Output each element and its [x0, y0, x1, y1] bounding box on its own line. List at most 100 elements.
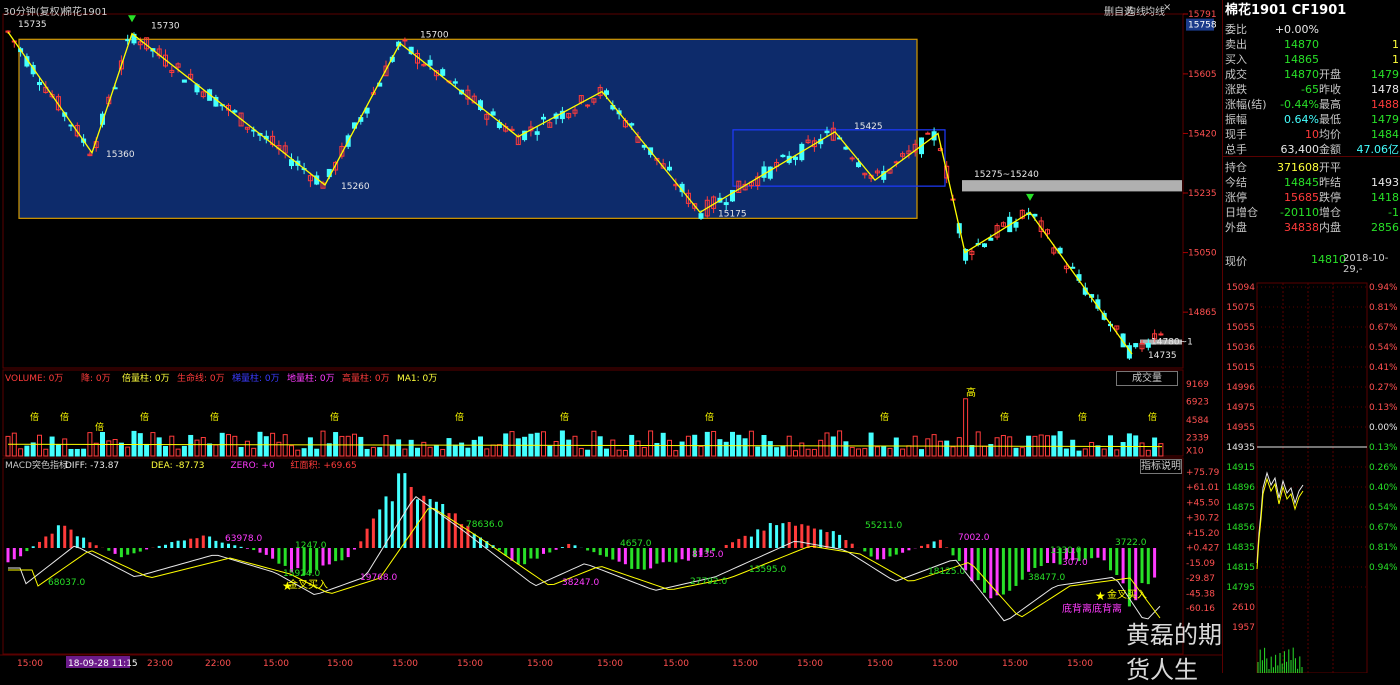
- volume-bar: [5, 435, 11, 457]
- mini-right-label: 0.54%: [1369, 343, 1398, 353]
- volume-bar: [1108, 435, 1113, 457]
- quote-row: 卖出 14870 1: [1223, 37, 1400, 52]
- quote-label: 现手: [1225, 128, 1247, 141]
- quote-label: 持仓: [1225, 161, 1247, 174]
- volume-bar: [125, 446, 131, 457]
- quote-value: -65: [1301, 83, 1319, 96]
- volume-bar: [673, 450, 679, 457]
- volume-bar: [956, 437, 962, 457]
- macd-axis-label: +15.20: [1186, 529, 1220, 539]
- volume-bar: [326, 443, 332, 457]
- volume-bar: [471, 439, 477, 457]
- volume-bar: [377, 447, 383, 457]
- now-price-value: 14810: [1311, 253, 1346, 266]
- quote-value-2: 1479: [1371, 113, 1399, 126]
- volume-bar: [421, 441, 427, 457]
- candle-body: [1145, 342, 1151, 348]
- price-axis-label: 14865: [1188, 308, 1217, 318]
- gap-zone: [962, 180, 1182, 192]
- volume-bar: [900, 448, 906, 457]
- macd-value-label: 1330.0: [1050, 546, 1082, 556]
- quote-title: 棉花1901 CF1901: [1225, 3, 1347, 18]
- volume-bar: [799, 442, 805, 457]
- mini-price-line: [1256, 471, 1304, 564]
- quote-value: 34838: [1284, 221, 1319, 234]
- chart-area[interactable]: 15791 15605 15420 15235 15050 14865 15758 15735…: [0, 0, 1222, 684]
- volume-bar: [389, 444, 395, 457]
- quote-row: 买入 14865 1: [1223, 52, 1400, 67]
- volume-bar: [711, 430, 717, 457]
- macd-value-label: 68037.0: [48, 578, 85, 588]
- candle-body: [1070, 266, 1076, 269]
- volume-bar: [849, 446, 855, 457]
- macd-axis-label: -15.09: [1186, 559, 1215, 569]
- volume-bar: [742, 438, 748, 457]
- macd-value-label: 4657.0: [620, 539, 652, 549]
- volume-bar: [24, 445, 30, 457]
- volume-bar: [1101, 448, 1107, 457]
- divergence-label: 底背离底背离: [1062, 602, 1122, 615]
- mini-left-label: 15055: [1226, 323, 1255, 333]
- macd-value-label: 307.0: [1062, 558, 1088, 568]
- candle-body: [1013, 221, 1019, 228]
- volume-bar: [969, 445, 975, 457]
- volume-bar: [339, 435, 345, 457]
- volume-mark-high: 高: [966, 386, 976, 399]
- quote-value: 14870: [1284, 68, 1319, 81]
- candle-body: [629, 123, 635, 126]
- volume-bar: [131, 430, 137, 457]
- ma-button-2[interactable]: 均线: [1145, 3, 1165, 18]
- mini-left-label: 15094: [1226, 283, 1255, 293]
- quote-label: 今结: [1225, 176, 1247, 189]
- kline-chart[interactable]: 15791 15605 15420 15235 15050 14865 15758 15735…: [0, 0, 1222, 673]
- volume-bar: [887, 447, 893, 457]
- volume-header-item: 高量柱: 0万: [342, 372, 390, 384]
- intraday-mini-chart[interactable]: 15094 15075 15055 15036 15015 14996 14975 14955…: [1223, 273, 1400, 673]
- macd-header-item: MACD突色指标: [5, 459, 68, 471]
- quote-row: 涨跌 -65 昨收 1478: [1223, 82, 1400, 97]
- mini-left-label: 14955: [1226, 423, 1255, 433]
- volume-bar: [452, 444, 458, 457]
- quote-row: 日增仓 -20110 增仓 -1: [1223, 205, 1400, 220]
- ma-button[interactable]: 均线: [1126, 3, 1146, 18]
- time-axis-label: 15:00: [867, 659, 893, 669]
- volume-bar: [1082, 448, 1088, 457]
- volume-bar: [49, 436, 55, 457]
- quote-row: 振幅 0.64% 最低 1479: [1223, 112, 1400, 127]
- mini-left-label: 14915: [1226, 463, 1255, 473]
- volume-bar: [440, 448, 446, 457]
- volume-bar: [484, 448, 490, 457]
- macd-value-label: 3722.0: [1115, 538, 1147, 548]
- volume-bar: [818, 439, 824, 457]
- macd-header-item: 红面积: +69.65: [291, 459, 357, 471]
- candle-body: [534, 131, 540, 135]
- volume-bar: [648, 430, 654, 457]
- period-label[interactable]: 30分钟(复权): [3, 3, 64, 18]
- volume-bar: [213, 444, 219, 457]
- close-icon[interactable]: ×: [1163, 2, 1173, 13]
- volume-indicator-dropdown[interactable]: 成交量: [1116, 371, 1178, 386]
- volume-axis-label: 9169: [1186, 380, 1209, 390]
- volume-bar: [925, 438, 931, 457]
- volume-bar: [1145, 449, 1151, 457]
- volume-bar: [1013, 447, 1019, 457]
- mini-left-label: 14856: [1226, 523, 1255, 533]
- time-axis-label: 15:00: [1067, 659, 1093, 669]
- macd-axis-label: -60.16: [1186, 604, 1215, 614]
- mini-right-label: 0.94%: [1369, 563, 1398, 573]
- volume-mark: 倍: [455, 411, 464, 423]
- volume-axis-label: 6923: [1186, 398, 1209, 408]
- volume-bar: [402, 448, 408, 457]
- macd-value-label: 8135.0: [692, 550, 724, 560]
- macd-axis-label: +75.79: [1186, 468, 1220, 478]
- candle-body: [988, 237, 994, 241]
- quote-value-2: 1478: [1371, 83, 1399, 96]
- volume-bar: [982, 445, 987, 457]
- quote-label: 买入: [1225, 53, 1247, 66]
- volume-mark: 倍: [330, 411, 339, 423]
- volume-axis-label: 2339: [1186, 434, 1209, 444]
- macd-value-label: 55211.0: [865, 521, 902, 531]
- time-axis-label: 15:00: [327, 659, 353, 669]
- indicator-help-button[interactable]: 指标说明: [1140, 459, 1182, 474]
- volume-bar: [37, 434, 42, 457]
